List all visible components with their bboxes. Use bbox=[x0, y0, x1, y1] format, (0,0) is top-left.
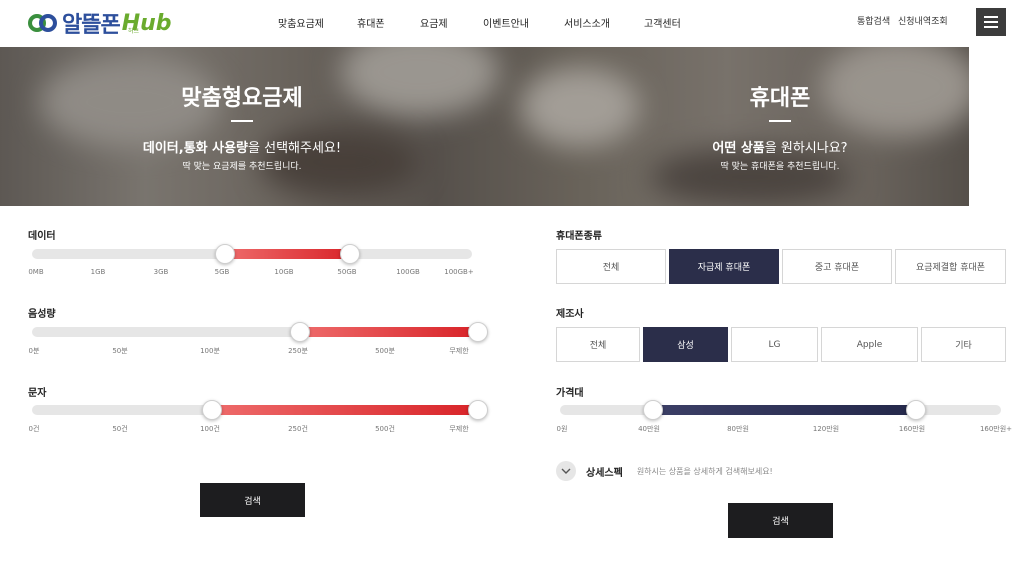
voice-tick: 100분 bbox=[200, 347, 220, 355]
nav-service[interactable]: 서비스소개 bbox=[564, 15, 610, 30]
sms-tick: 250건 bbox=[288, 425, 308, 433]
chevron-down-icon[interactable] bbox=[556, 461, 576, 481]
util-order-lookup[interactable]: 신청내역조회 bbox=[898, 14, 948, 27]
banner-phone-title: 휴대폰 bbox=[749, 86, 811, 111]
price-tick: 160만원 bbox=[898, 425, 926, 433]
data-tick: 50GB bbox=[337, 268, 357, 276]
phone-type-label: 휴대폰종류 bbox=[556, 231, 602, 242]
phone-type-bundle[interactable]: 요금제결합 휴대폰 bbox=[895, 249, 1006, 284]
logo-sub: 허브 bbox=[128, 28, 140, 35]
phone-type-unlocked[interactable]: 자급제 휴대폰 bbox=[669, 249, 779, 284]
logo-mark-icon bbox=[28, 10, 58, 36]
data-tick: 1GB bbox=[90, 268, 106, 276]
maker-lg[interactable]: LG bbox=[731, 327, 818, 362]
voice-tick: 무제한 bbox=[449, 347, 469, 355]
price-slider-range bbox=[653, 405, 916, 415]
sms-slider-min-handle[interactable] bbox=[202, 400, 222, 420]
price-tick: 0원 bbox=[556, 425, 568, 433]
detail-spec-label: 상세스펙 bbox=[586, 467, 623, 479]
sms-tick: 무제한 bbox=[449, 425, 469, 433]
price-tick: 160만원+ bbox=[979, 425, 1013, 433]
banner-divider bbox=[769, 120, 791, 122]
data-tick: 100GB bbox=[396, 268, 420, 276]
data-tick: 100GB+ bbox=[444, 268, 474, 276]
price-slider-max-handle[interactable] bbox=[906, 400, 926, 420]
voice-tick: 250분 bbox=[288, 347, 308, 355]
banner-plan-small: 딱 맞는 요금제를 추천드립니다. bbox=[182, 162, 302, 172]
hamburger-menu-icon[interactable] bbox=[976, 8, 1006, 36]
data-tick: 3GB bbox=[153, 268, 169, 276]
phone-type-used[interactable]: 중고 휴대폰 bbox=[782, 249, 892, 284]
data-tick: 10GB bbox=[274, 268, 294, 276]
sms-slider-max-handle[interactable] bbox=[468, 400, 488, 420]
banner-plan-sub: 데이터,통화 사용량을 선택해주세요! bbox=[142, 141, 342, 156]
voice-slider-max-handle[interactable] bbox=[468, 322, 488, 342]
nav-phone[interactable]: 휴대폰 bbox=[357, 15, 385, 30]
hero-banner: 맞춤형요금제 데이터,통화 사용량을 선택해주세요! 딱 맞는 요금제를 추천드… bbox=[0, 47, 969, 206]
sms-tick: 0건 bbox=[28, 425, 40, 433]
logo-text: 알뜰폰 bbox=[62, 13, 121, 38]
sms-label: 문자 bbox=[28, 388, 47, 399]
banner-phone-small: 딱 맞는 휴대폰을 추천드립니다. bbox=[720, 162, 840, 172]
voice-tick: 500분 bbox=[375, 347, 395, 355]
data-label: 데이터 bbox=[28, 231, 56, 242]
site-logo[interactable]: 알뜰폰 Hub bbox=[28, 7, 172, 39]
sms-tick: 500건 bbox=[375, 425, 395, 433]
voice-slider-range bbox=[300, 327, 472, 337]
price-tick: 80만원 bbox=[727, 425, 749, 433]
site-header: 알뜰폰 Hub 허브 맞춤요금제 휴대폰 요금제 이벤트안내 서비스소개 고객센… bbox=[0, 0, 1024, 46]
price-slider-min-handle[interactable] bbox=[643, 400, 663, 420]
data-slider-min-handle[interactable] bbox=[215, 244, 235, 264]
voice-slider-min-handle[interactable] bbox=[290, 322, 310, 342]
util-search[interactable]: 통합검색 bbox=[857, 14, 890, 27]
nav-event[interactable]: 이벤트안내 bbox=[483, 15, 529, 30]
voice-tick: 0분 bbox=[28, 347, 40, 355]
banner-phone-sub: 어떤 상품을 원하시나요? bbox=[712, 141, 848, 156]
banner-phone: 휴대폰 어떤 상품을 원하시나요? 딱 맞는 휴대폰을 추천드립니다. bbox=[538, 47, 969, 206]
voice-label: 음성량 bbox=[28, 309, 56, 320]
detail-spec-desc: 원하시는 상품을 상세하게 검색해보세요! bbox=[636, 466, 773, 476]
voice-tick: 50분 bbox=[112, 347, 128, 355]
maker-apple[interactable]: Apple bbox=[821, 327, 918, 362]
price-label: 가격대 bbox=[556, 388, 584, 399]
maker-samsung[interactable]: 삼성 bbox=[643, 327, 728, 362]
banner-divider bbox=[231, 120, 253, 122]
maker-all[interactable]: 전체 bbox=[556, 327, 640, 362]
banner-plan-title: 맞춤형요금제 bbox=[181, 86, 303, 111]
nav-custom-plan[interactable]: 맞춤요금제 bbox=[278, 15, 324, 30]
sms-slider-range bbox=[212, 405, 472, 415]
data-slider-max-handle[interactable] bbox=[340, 244, 360, 264]
nav-plan[interactable]: 요금제 bbox=[420, 15, 448, 30]
maker-other[interactable]: 기타 bbox=[921, 327, 1006, 362]
sms-tick: 50건 bbox=[112, 425, 128, 433]
nav-support[interactable]: 고객센터 bbox=[644, 15, 681, 30]
maker-label: 제조사 bbox=[556, 309, 584, 320]
price-tick: 120만원 bbox=[812, 425, 840, 433]
plan-search-button[interactable]: 검색 bbox=[200, 483, 305, 517]
phone-type-all[interactable]: 전체 bbox=[556, 249, 666, 284]
sms-tick: 100건 bbox=[200, 425, 220, 433]
banner-plan: 맞춤형요금제 데이터,통화 사용량을 선택해주세요! 딱 맞는 요금제를 추천드… bbox=[0, 47, 484, 206]
data-tick: 0MB bbox=[28, 268, 44, 276]
price-tick: 40만원 bbox=[638, 425, 660, 433]
data-slider-range bbox=[225, 249, 350, 259]
data-tick: 5GB bbox=[214, 268, 230, 276]
phone-search-button[interactable]: 검색 bbox=[728, 503, 833, 538]
detail-spec-toggle[interactable]: 상세스펙 원하시는 상품을 상세하게 검색해보세요! bbox=[556, 461, 773, 481]
